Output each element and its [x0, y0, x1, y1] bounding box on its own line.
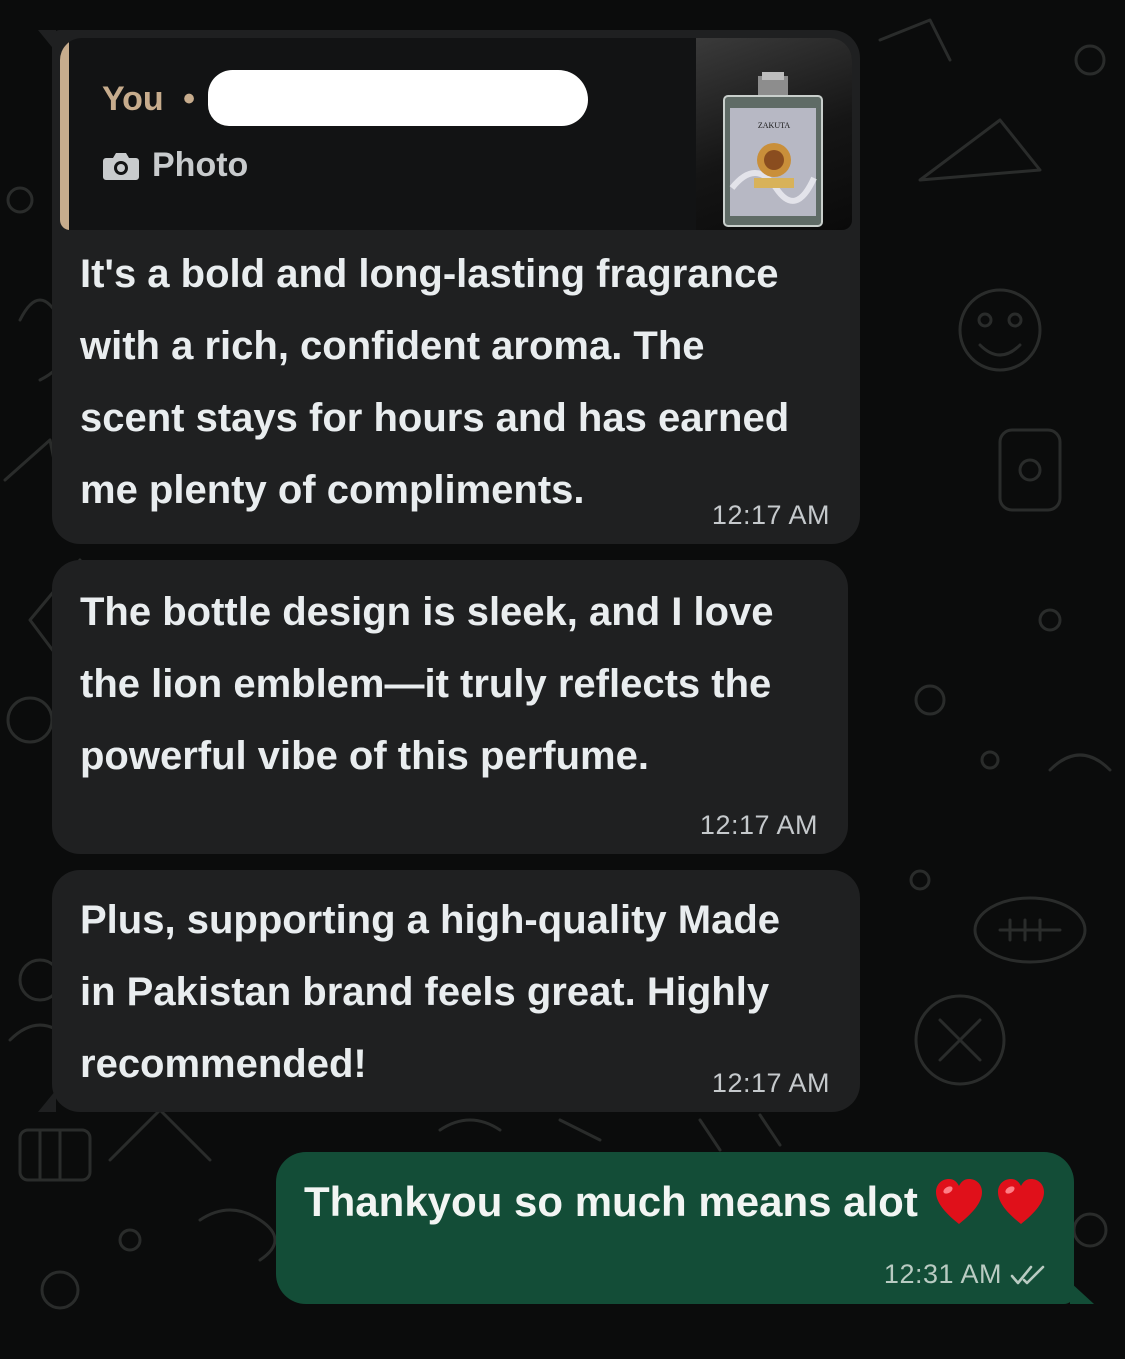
- message-timestamp: 12:17 AM: [699, 810, 818, 840]
- bubble-tail: [38, 1090, 56, 1112]
- reply-quote-author: You •: [102, 80, 195, 119]
- incoming-message-1[interactable]: You • Photo ZAKUTA It's a bold and long-…: [38, 30, 860, 544]
- outgoing-message[interactable]: Thankyou so much means alot 12:31 AM: [276, 1152, 1094, 1304]
- message-timestamp: 12:31 AM: [883, 1259, 1002, 1289]
- message-text: The bottle design is sleek, and I love t…: [80, 590, 774, 778]
- outgoing-message-content: Thankyou so much means alot: [304, 1178, 1046, 1226]
- message-timestamp: 12:17 AM: [711, 1068, 830, 1098]
- perfume-bottle-image: ZAKUTA: [723, 72, 823, 227]
- message-text: It's a bold and long-lasting fragrance w…: [80, 252, 790, 512]
- double-check-icon: [1010, 1265, 1045, 1284]
- reply-quote[interactable]: You • Photo ZAKUTA: [60, 38, 852, 230]
- reply-quote-accent-bar: [60, 38, 69, 230]
- camera-icon: [103, 152, 139, 180]
- incoming-message-3[interactable]: Plus, supporting a high-quality Made in …: [38, 870, 860, 1112]
- outgoing-message-meta: 12:31 AM: [884, 1259, 1046, 1290]
- reply-photo-thumbnail[interactable]: ZAKUTA: [696, 38, 852, 230]
- message-timestamp: 12:17 AM: [711, 500, 830, 530]
- incoming-message-2[interactable]: The bottle design is sleek, and I love t…: [52, 560, 848, 854]
- bubble-tail: [1070, 1282, 1094, 1304]
- redacted-contact-name: [208, 70, 588, 126]
- heart-emoji: [935, 1179, 982, 1224]
- reply-media-type: Photo: [102, 146, 248, 185]
- reply-media-label: Photo: [152, 146, 249, 184]
- heart-emoji: [997, 1179, 1044, 1224]
- bubble-tail: [38, 30, 56, 52]
- reply-author-separator: •: [183, 80, 196, 118]
- message-text: Thankyou so much means alot: [304, 1178, 918, 1225]
- thumbnail-brand: ZAKUTA: [758, 121, 790, 130]
- reply-author-name: You: [102, 80, 164, 118]
